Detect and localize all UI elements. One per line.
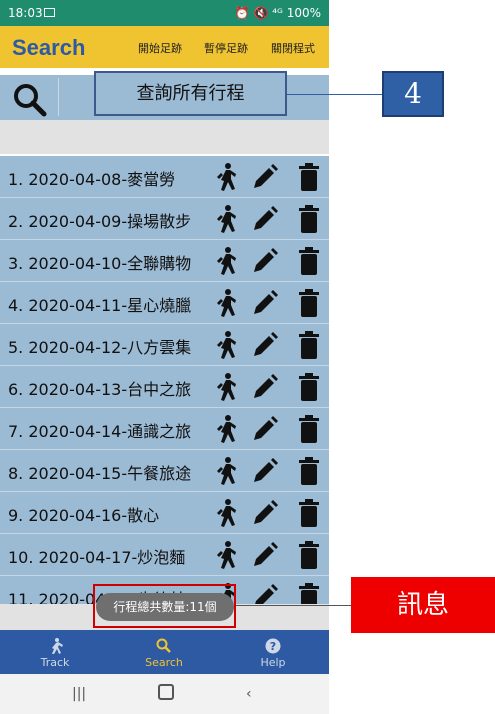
callout-number-label: 4 [382,71,444,117]
nav-track-label: Track [40,656,70,669]
walk-icon[interactable] [211,456,239,486]
trip-label: 4. 2020-04-11-星心燒臘 [8,296,192,315]
trip-label: 2. 2020-04-09-操場散步 [8,212,192,231]
walk-icon [52,638,63,654]
nav-help-label: Help [260,656,286,669]
trip-row[interactable]: 10. 2020-04-17-炒泡麵 [0,534,329,576]
status-bar: 18:03 ⏰ 🔇 ⁴ᴳ 100% [0,0,329,26]
walk-icon[interactable] [211,204,239,234]
edit-pencil-icon[interactable] [250,540,278,570]
edit-pencil-icon[interactable] [250,288,278,318]
trip-label: 8. 2020-04-15-午餐旅途 [8,464,192,483]
search-divider [58,78,59,116]
callout-message-label: 訊息 [351,577,495,633]
edit-pencil-icon[interactable] [250,330,278,360]
walk-icon[interactable] [211,540,239,570]
system-navigation-bar: ||| ‹ [0,674,329,714]
delete-trash-icon[interactable] [295,414,323,444]
menu-close-app[interactable]: 關閉程式 [271,40,315,56]
delete-trash-icon[interactable] [295,498,323,528]
trip-row[interactable]: 3. 2020-04-10-全聯購物 [0,240,329,282]
trip-label: 6. 2020-04-13-台中之旅 [8,380,192,399]
menu-start-track[interactable]: 開始足跡 [138,40,182,56]
trip-row[interactable]: 6. 2020-04-13-台中之旅 [0,366,329,408]
trip-row[interactable]: 5. 2020-04-12-八方雲集 [0,324,329,366]
app-title: Search [12,35,86,60]
edit-pencil-icon[interactable] [250,498,278,528]
trip-row[interactable]: 8. 2020-04-15-午餐旅途 [0,450,329,492]
trip-row[interactable]: 7. 2020-04-14-通識之旅 [0,408,329,450]
image-notification-icon [44,8,55,17]
walk-icon[interactable] [211,414,239,444]
spacer [0,120,329,154]
trip-row[interactable]: 9. 2020-04-16-散心 [0,492,329,534]
trip-label: 1. 2020-04-08-麥當勞 [8,170,176,189]
callout-connector-line [287,94,382,95]
edit-pencil-icon[interactable] [250,414,278,444]
walk-icon[interactable] [211,372,239,402]
delete-trash-icon[interactable] [295,162,323,192]
status-time: 18:03 [8,6,43,20]
trip-row[interactable]: 1. 2020-04-08-麥當勞 [0,156,329,198]
search-icon[interactable] [10,81,50,117]
menu-pause-track[interactable]: 暫停足跡 [204,40,248,56]
trip-row[interactable]: 4. 2020-04-11-星心燒臘 [0,282,329,324]
trip-label: 3. 2020-04-10-全聯購物 [8,254,192,273]
walk-icon[interactable] [211,246,239,276]
delete-trash-icon[interactable] [295,372,323,402]
svg-text:?: ? [270,640,276,653]
status-indicators: ⏰ 🔇 ⁴ᴳ 100% [234,6,321,20]
delete-trash-icon[interactable] [295,204,323,234]
walk-icon[interactable] [211,288,239,318]
delete-trash-icon[interactable] [295,540,323,570]
edit-pencil-icon[interactable] [250,456,278,486]
callout-message-connector-line [236,605,351,606]
app-bar: Search 開始足跡 暫停足跡 關閉程式 [0,26,329,68]
nav-help[interactable]: ? Help [228,630,318,674]
delete-trash-icon[interactable] [295,330,323,360]
delete-trash-icon[interactable] [295,456,323,486]
walk-icon[interactable] [211,162,239,192]
walk-icon[interactable] [211,498,239,528]
trip-label: 9. 2020-04-16-散心 [8,506,160,525]
trip-label: 10. 2020-04-17-炒泡麵 [8,548,186,567]
toast-highlight-box [93,584,236,628]
nav-track[interactable]: Track [10,630,100,674]
nav-search-label: Search [145,656,183,669]
delete-trash-icon[interactable] [295,288,323,318]
edit-pencil-icon[interactable] [250,246,278,276]
walk-icon[interactable] [211,330,239,360]
trip-row[interactable]: 2. 2020-04-09-操場散步 [0,198,329,240]
edit-pencil-icon[interactable] [250,372,278,402]
trip-label: 5. 2020-04-12-八方雲集 [8,338,192,357]
edit-pencil-icon[interactable] [250,162,278,192]
trip-list: 1. 2020-04-08-麥當勞 2. 2020-04-09-操場散步 3. … [0,156,329,618]
back-icon[interactable]: ‹ [246,686,252,702]
nav-search[interactable]: Search [119,630,209,674]
bottom-navigation: Track Search ? Help [0,630,329,674]
trip-label: 7. 2020-04-14-通識之旅 [8,422,192,441]
delete-trash-icon[interactable] [295,246,323,276]
recent-apps-icon[interactable]: ||| [72,686,86,702]
query-all-trips-button[interactable]: 查詢所有行程 [94,71,287,116]
edit-pencil-icon[interactable] [250,204,278,234]
help-icon: ? [265,638,281,654]
home-icon[interactable] [158,684,174,700]
search-icon [156,638,171,653]
